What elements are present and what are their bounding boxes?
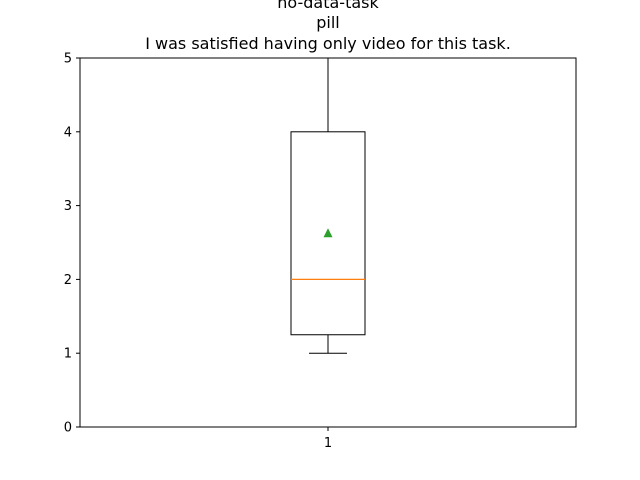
y-tick-label: 3 (64, 199, 72, 214)
x-tick-label: 1 (324, 436, 332, 451)
plot-marks (290, 57, 366, 354)
x-axis: 1 (324, 427, 332, 451)
y-tick-label: 5 (64, 52, 72, 67)
mean-marker (323, 228, 333, 238)
y-axis: 0 1 2 3 4 5 (64, 52, 80, 436)
title-line-3: I was satisfied having only video for th… (145, 34, 511, 53)
y-tick-label: 0 (64, 421, 72, 436)
chart-title: no-data-task pill I was satisfied having… (145, 0, 511, 53)
title-line-2: pill (316, 13, 340, 32)
title-line-1: no-data-task (277, 0, 379, 12)
y-tick-label: 2 (64, 273, 72, 288)
y-tick-label: 4 (64, 125, 72, 140)
y-tick-label: 1 (64, 347, 72, 362)
box-plot-chart: no-data-task pill I was satisfied having… (64, 0, 577, 451)
